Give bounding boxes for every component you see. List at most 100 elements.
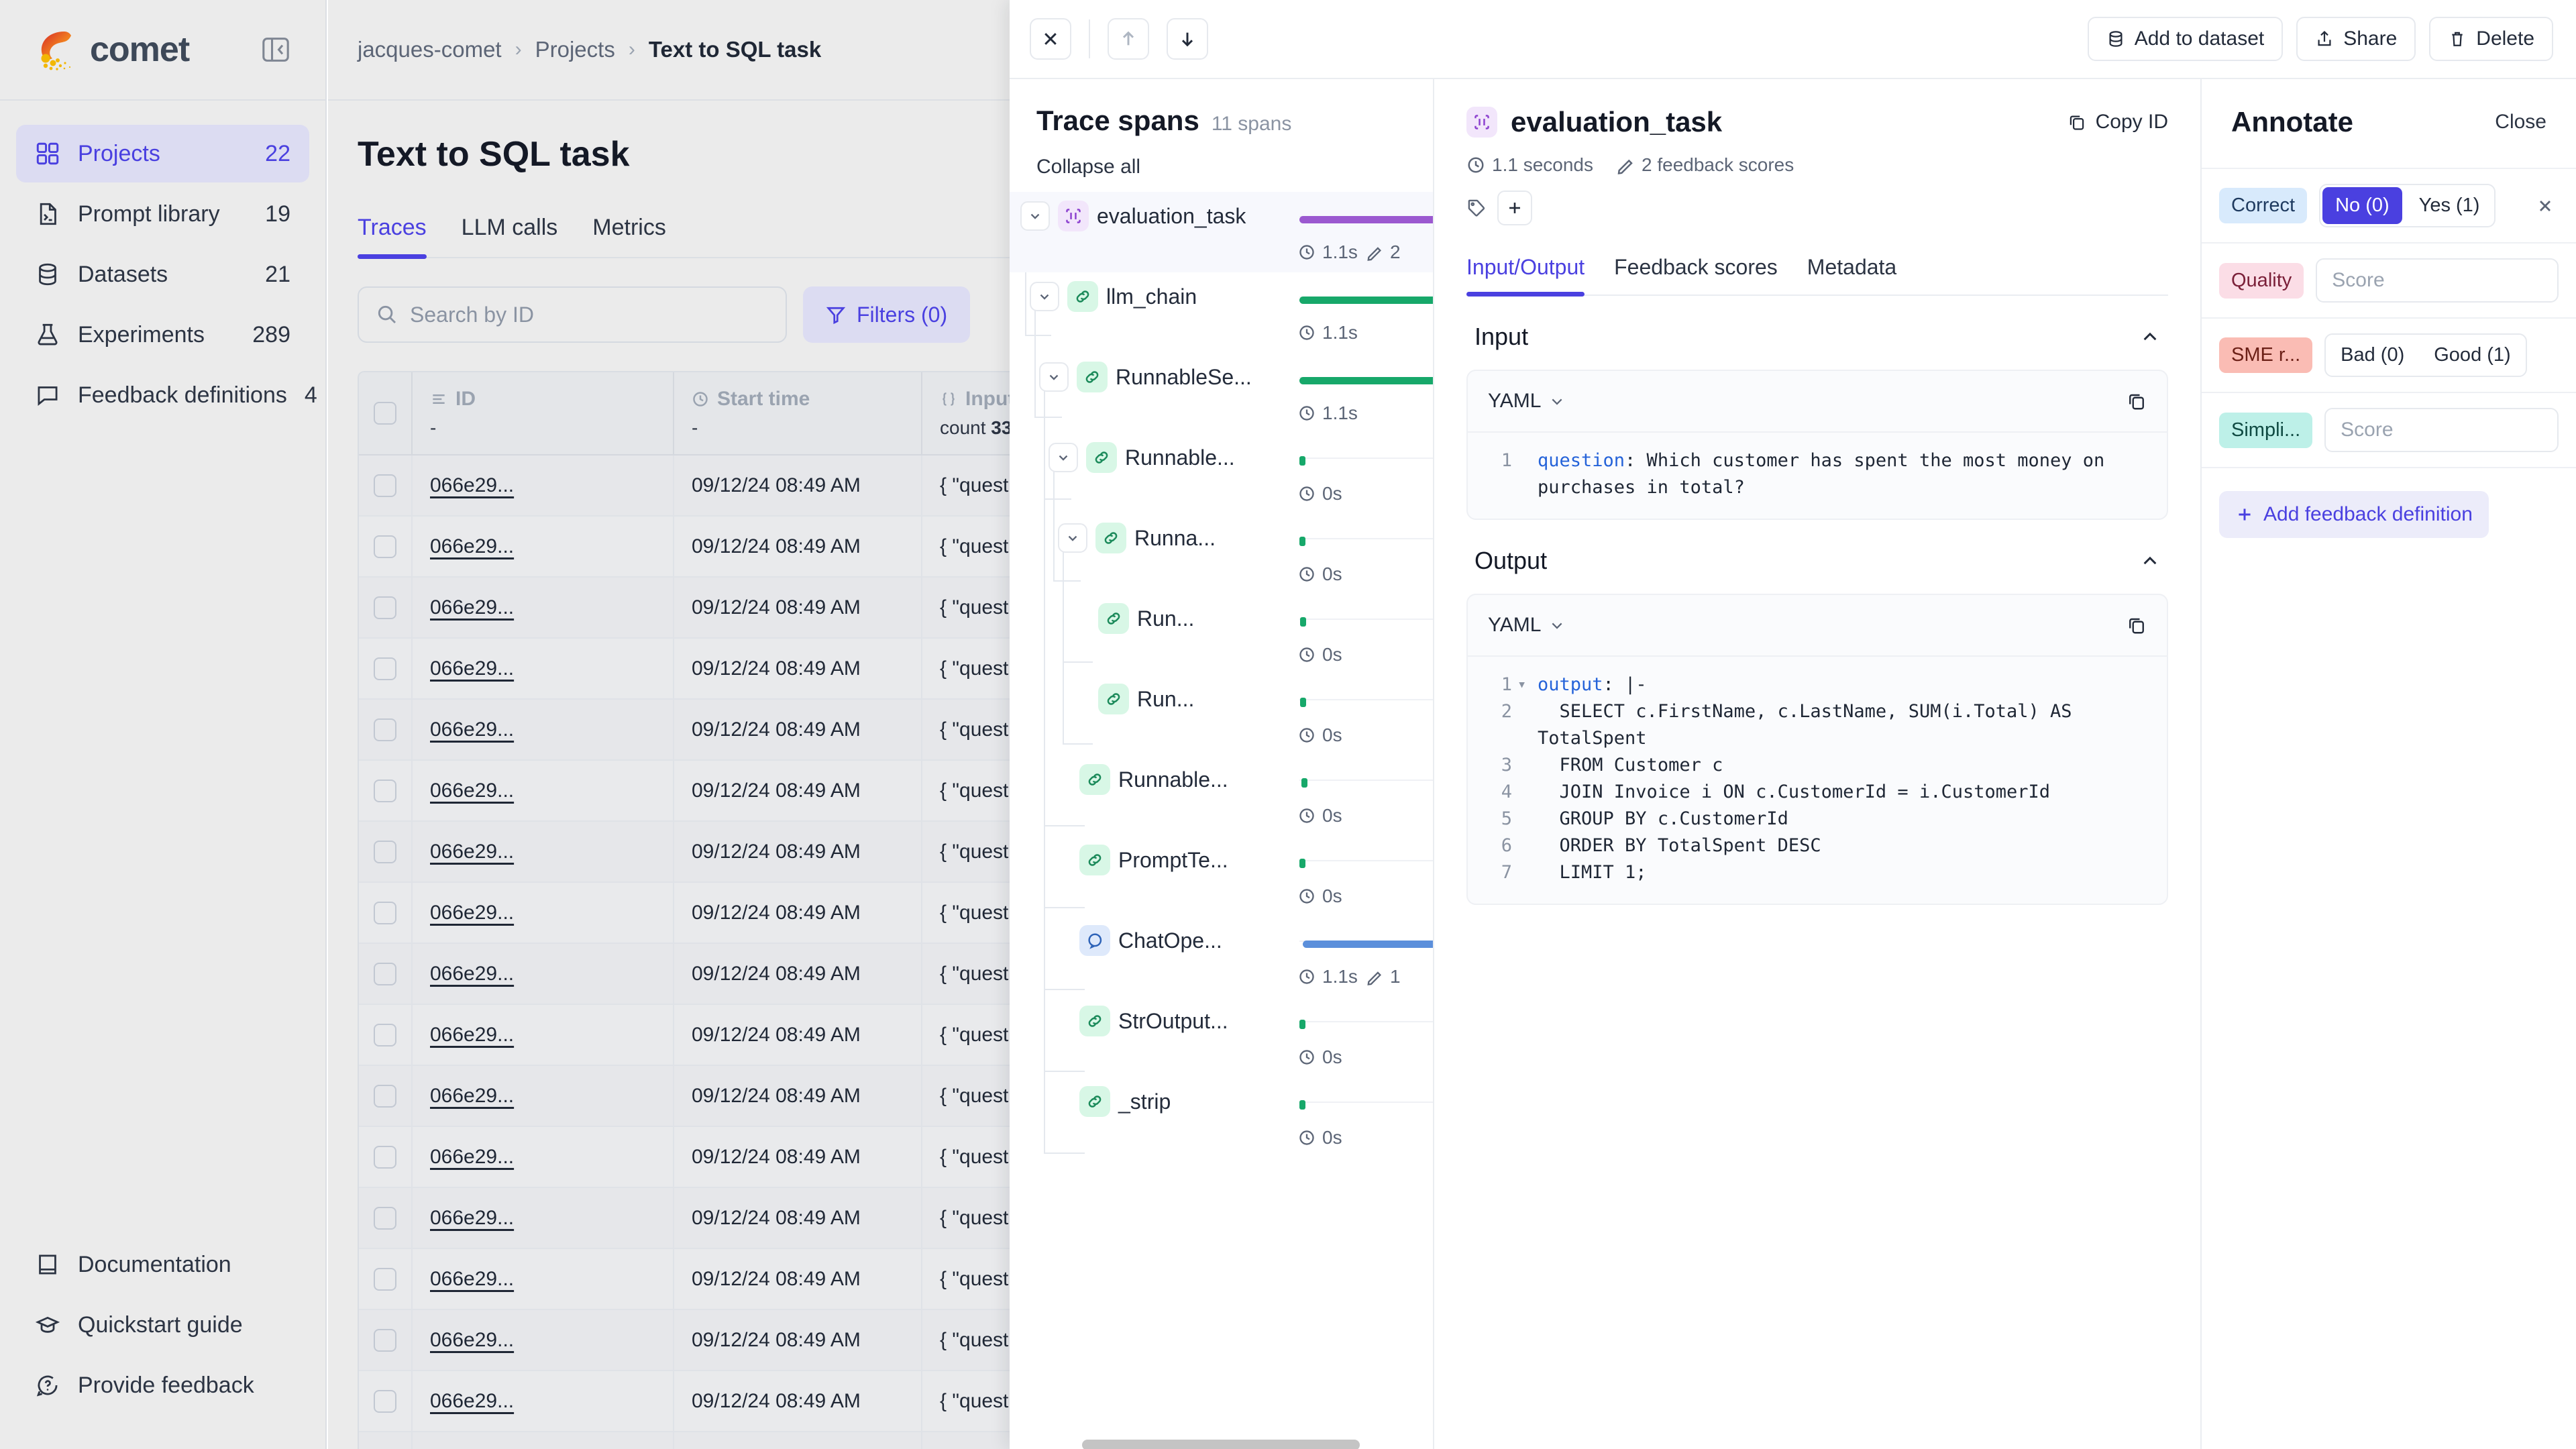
share-button[interactable]: Share <box>2296 17 2416 61</box>
span-row[interactable]: llm_chain 1.1s <box>1010 272 1433 353</box>
chevron-up-icon[interactable] <box>2140 327 2160 347</box>
cell-id[interactable]: 066e29... <box>411 700 673 759</box>
clear-icon[interactable] <box>2532 197 2559 215</box>
cell-id[interactable]: 066e29... <box>411 517 673 576</box>
span-row[interactable]: Run... 0s <box>1010 594 1433 675</box>
span-row[interactable]: PromptTe... 0s <box>1010 836 1433 916</box>
row-checkbox[interactable] <box>359 1310 411 1370</box>
sidebar-item-feedback-definitions[interactable]: Feedback definitions 4 <box>16 366 317 424</box>
span-row[interactable]: Runna... 0s <box>1010 514 1433 594</box>
chevron-down-icon[interactable] <box>1030 282 1059 311</box>
chevron-down-icon[interactable] <box>1058 523 1087 553</box>
segment-option[interactable]: Good (1) <box>2419 335 2525 376</box>
select-all-checkbox[interactable] <box>359 372 411 454</box>
span-row[interactable]: _strip 0s <box>1010 1077 1433 1158</box>
annotate-close-button[interactable]: Close <box>2495 111 2546 133</box>
copy-output-button[interactable] <box>2127 615 2147 635</box>
cell-id[interactable]: 066e29... <box>411 455 673 515</box>
cell-id[interactable]: 066e29... <box>411 1371 673 1431</box>
row-checkbox[interactable] <box>359 822 411 881</box>
segment-option[interactable]: Bad (0) <box>2326 335 2419 376</box>
row-checkbox[interactable] <box>359 944 411 1004</box>
sidebar-item-prompt-library[interactable]: Prompt library 19 <box>16 185 309 243</box>
copy-input-button[interactable] <box>2127 391 2147 411</box>
add-feedback-definition-button[interactable]: Add feedback definition <box>2219 491 2489 538</box>
row-checkbox[interactable] <box>359 1249 411 1309</box>
chevron-down-icon[interactable] <box>1049 443 1078 472</box>
segmented-control[interactable]: Bad (0) Good (1) <box>2324 333 2527 377</box>
sidebar-item-projects[interactable]: Projects 22 <box>16 125 309 182</box>
row-checkbox[interactable] <box>359 883 411 943</box>
column-header-start-time[interactable]: Start time - <box>673 372 921 454</box>
cell-id[interactable]: 066e29... <box>411 761 673 820</box>
add-tag-button[interactable] <box>1497 191 1532 225</box>
row-checkbox[interactable] <box>359 700 411 759</box>
cell-id[interactable]: 066e29... <box>411 944 673 1004</box>
row-checkbox[interactable] <box>359 639 411 698</box>
tab-llm-calls[interactable]: LLM calls <box>462 215 558 257</box>
panel-collapse-icon[interactable] <box>261 36 290 63</box>
tab-traces[interactable]: Traces <box>358 215 427 259</box>
sidebar-item-documentation[interactable]: Documentation <box>16 1236 309 1293</box>
span-row[interactable]: Runnable... 0s <box>1010 755 1433 836</box>
tab-metrics[interactable]: Metrics <box>592 215 666 257</box>
row-checkbox[interactable] <box>359 1371 411 1431</box>
cell-id[interactable]: 066e29... <box>411 639 673 698</box>
scrollbar-thumb[interactable] <box>1082 1440 1360 1449</box>
cell-id[interactable]: 066e29... <box>411 1310 673 1370</box>
cell-id[interactable]: 066e29... <box>411 1249 673 1309</box>
arrow-down-icon[interactable] <box>1167 18 1208 60</box>
cell-id[interactable]: 066e29... <box>411 883 673 943</box>
collapse-all-button[interactable]: Collapse all <box>1036 156 1406 178</box>
score-input[interactable]: Score <box>2324 408 2559 452</box>
sidebar-item-datasets[interactable]: Datasets 21 <box>16 246 309 303</box>
tab-feedback-scores[interactable]: Feedback scores <box>1614 255 1778 294</box>
cell-id[interactable]: 066e29... <box>411 1432 673 1449</box>
row-checkbox[interactable] <box>359 1127 411 1187</box>
row-checkbox[interactable] <box>359 455 411 515</box>
filters-button[interactable]: Filters (0) <box>803 286 971 343</box>
breadcrumb-projects[interactable]: Projects <box>535 37 615 62</box>
row-checkbox[interactable] <box>359 517 411 576</box>
chevron-down-icon[interactable] <box>1020 201 1050 231</box>
row-checkbox[interactable] <box>359 1432 411 1449</box>
cell-id[interactable]: 066e29... <box>411 1188 673 1248</box>
segment-option[interactable]: No (0) <box>2322 187 2402 224</box>
arrow-up-icon[interactable] <box>1108 18 1149 60</box>
row-checkbox[interactable] <box>359 578 411 637</box>
fold-toggle[interactable]: ▾ <box>1517 672 1538 698</box>
cell-id[interactable]: 066e29... <box>411 1066 673 1126</box>
span-row[interactable]: Runnable... 0s <box>1010 433 1433 514</box>
chevron-up-icon[interactable] <box>2140 551 2160 571</box>
input-language-select[interactable]: YAML <box>1488 390 1565 413</box>
search-input[interactable]: Search by ID <box>358 286 787 343</box>
sidebar-item-quickstart-guide[interactable]: Quickstart guide <box>16 1296 309 1354</box>
row-checkbox[interactable] <box>359 1066 411 1126</box>
row-checkbox[interactable] <box>359 1005 411 1065</box>
score-input[interactable]: Score <box>2316 258 2559 303</box>
segment-option[interactable]: Yes (1) <box>2404 185 2495 226</box>
row-checkbox[interactable] <box>359 1188 411 1248</box>
delete-button[interactable]: Delete <box>2429 17 2553 61</box>
column-header-id[interactable]: ID - <box>411 372 673 454</box>
cell-id[interactable]: 066e29... <box>411 822 673 881</box>
row-checkbox[interactable] <box>359 761 411 820</box>
span-row[interactable]: ChatOpe... 1.1s 1 <box>1010 916 1433 997</box>
span-row[interactable]: StrOutput... 0s <box>1010 997 1433 1077</box>
span-row[interactable]: RunnableSe... 1.1s <box>1010 353 1433 433</box>
close-icon[interactable] <box>1030 18 1071 60</box>
cell-id[interactable]: 066e29... <box>411 1005 673 1065</box>
breadcrumb-workspace[interactable]: jacques-comet <box>358 37 502 62</box>
span-row[interactable]: evaluation_task 1.1s 2 <box>1010 192 1433 272</box>
copy-id-button[interactable]: Copy ID <box>2068 111 2168 133</box>
cell-id[interactable]: 066e29... <box>411 578 673 637</box>
tab-metadata[interactable]: Metadata <box>1807 255 1896 294</box>
sidebar-item-provide-feedback[interactable]: Provide feedback <box>16 1356 309 1414</box>
cell-id[interactable]: 066e29... <box>411 1127 673 1187</box>
span-row[interactable]: Run... 0s <box>1010 675 1433 755</box>
add-to-dataset-button[interactable]: Add to dataset <box>2087 17 2284 61</box>
segmented-control[interactable]: No (0) Yes (1) <box>2319 184 2496 227</box>
output-language-select[interactable]: YAML <box>1488 614 1565 637</box>
chevron-down-icon[interactable] <box>1039 362 1069 392</box>
tab-input-output[interactable]: Input/Output <box>1466 255 1585 297</box>
